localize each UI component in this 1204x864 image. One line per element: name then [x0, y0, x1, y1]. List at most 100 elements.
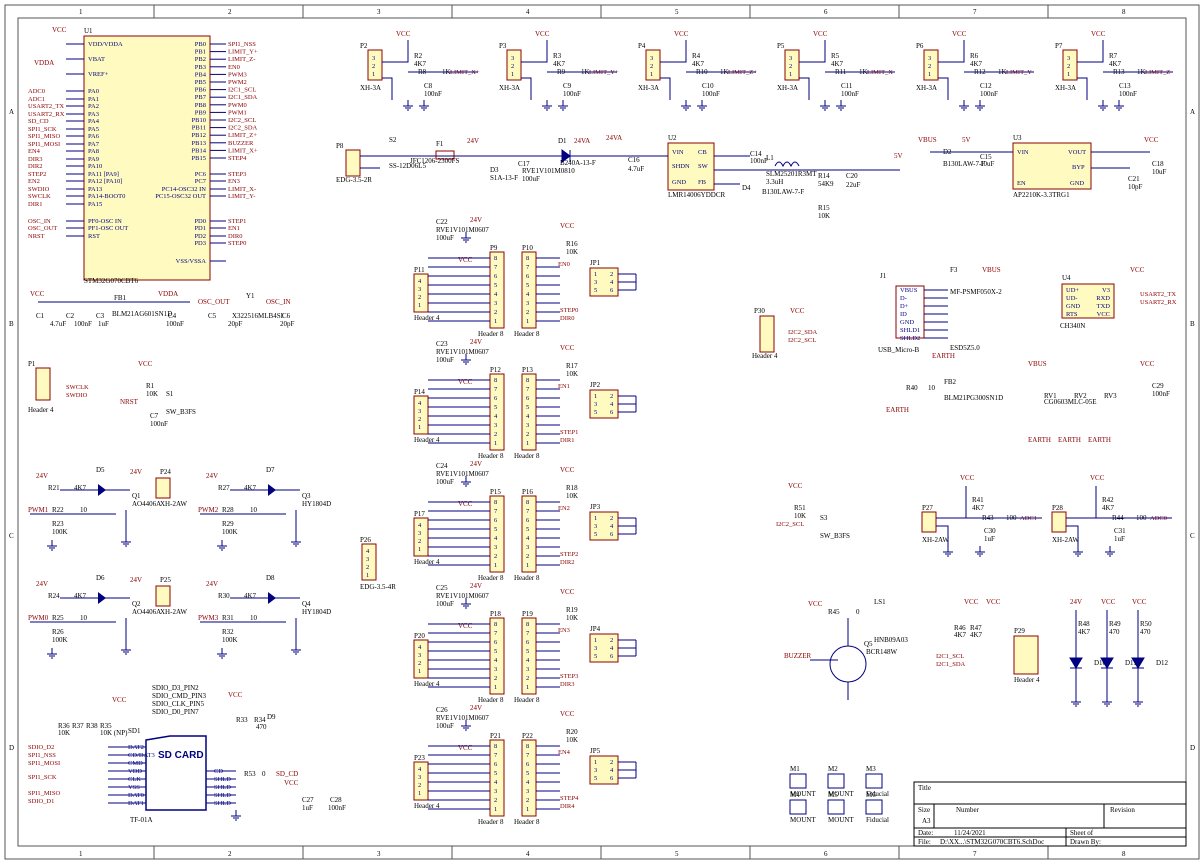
driver-header8b-pin: 1	[526, 318, 529, 325]
driver-header8b-pin: 3	[526, 300, 529, 307]
mount-ref: M1	[790, 765, 800, 773]
driver-header8b-pin: 3	[526, 544, 529, 551]
mount-symbol	[865, 799, 883, 815]
u2-pin-fb: FB	[698, 179, 707, 186]
driver-net-dir: DIR0	[560, 315, 574, 322]
driver-header8a-part: Header 8	[478, 452, 504, 460]
driver-header4-ref: P11	[414, 266, 425, 274]
mcu-right-pin: PC15-OSC32 OUT	[155, 193, 206, 200]
buzzer-wires	[810, 618, 849, 700]
mount-symbol	[827, 773, 845, 789]
grid-column-bottom: 7	[973, 850, 977, 858]
pwm-fet-ref: Q2	[132, 600, 141, 608]
driver-header8b-ref: P16	[522, 488, 533, 496]
driver-cap-ref: C25	[436, 584, 448, 592]
limit-cap-ref: C12	[980, 82, 992, 90]
driver-header8b-pin: 5	[526, 282, 529, 289]
pwm-net: PWM2	[198, 506, 219, 514]
driver-header4-pin: 1	[418, 668, 421, 675]
r15-ref: R15	[818, 204, 830, 212]
driver-header8b-pin: 1	[526, 806, 529, 813]
mount-ref: M2	[828, 765, 838, 773]
driver-header8a-pin: 1	[494, 318, 497, 325]
u3-pin-en: EN	[1017, 180, 1026, 187]
buzzer-vcc: VCC	[808, 600, 823, 608]
adc-pullup-ref: R42	[1102, 496, 1114, 504]
usb-connector-pin: SHLD1	[900, 327, 920, 334]
fb2-part: BLM21PG300SN1D	[944, 394, 1003, 402]
u2-ref: U2	[668, 134, 677, 142]
pwm-led-ref: D6	[96, 574, 105, 582]
p1-part: Header 4	[28, 406, 54, 414]
swd-net-swdio: SWDIO	[66, 392, 88, 399]
pwm-fet-ref: Q1	[132, 492, 141, 500]
driver-header8a-ref: P18	[490, 610, 501, 618]
driver-header4-ref: P14	[414, 388, 425, 396]
driver-jumper-wires	[618, 517, 637, 535]
r40-val: 10	[928, 384, 936, 392]
limit-connectors: P2XH-3A321VCCR2R24K7R81KLIMIT_X+C8100nFP…	[360, 30, 1173, 111]
mcu-right-net: BUZZER	[228, 140, 254, 147]
sd-led-vcc: VCC	[228, 691, 243, 699]
driver-jp-vcc: VCC	[560, 344, 575, 352]
power-input: P8 EDG-3.5-2R S2 SS-12D06L5 F1 JFC1206-2…	[336, 136, 620, 184]
pwm-ground	[47, 648, 57, 659]
c16-ref: C16	[628, 156, 640, 164]
driver-res-ref: R16	[566, 240, 578, 248]
usb-vbus: VBUS	[982, 266, 1001, 274]
grid-column-bottom: 8	[1122, 850, 1126, 858]
l1-symbol	[774, 161, 800, 168]
driver-24v: 24V	[470, 216, 482, 224]
driver-cap-part: RVE1V101M0607	[436, 226, 489, 234]
grid-row-left: D	[9, 744, 14, 752]
driver-header8b-pin: 5	[526, 526, 529, 533]
driver-header8a-pin: 3	[494, 422, 497, 429]
mcu-right-net: LIMIT_Z-	[228, 56, 255, 63]
pwm-led-ref: D7	[266, 466, 275, 474]
q5-symbol	[829, 645, 867, 683]
adc-cap-val: 1uF	[984, 535, 995, 543]
mcu-right-pin: PD0	[194, 218, 206, 225]
pwm-connector-body	[155, 585, 171, 607]
f3-part: MF-PSMF050X-2	[950, 288, 1002, 296]
u3-ref: U3	[1013, 134, 1022, 142]
driver-res-ref: R19	[566, 606, 578, 614]
mcu-right-pin: PB2	[195, 56, 206, 63]
driver-net-dir: DIR3	[560, 681, 574, 688]
limit-pullup-ref: R7	[1109, 52, 1118, 60]
driver-header8b-ref: P19	[522, 610, 533, 618]
adc-connector-ref: P28	[1052, 504, 1063, 512]
mcu-right-pin: PB11	[192, 125, 206, 132]
rv2-earth: EARTH	[1058, 436, 1081, 444]
led-ref: D12	[1156, 659, 1169, 667]
driver-net-dir: DIR2	[560, 559, 574, 566]
driver-header4-pin: 1	[418, 546, 421, 553]
grid-column-top: 5	[675, 8, 679, 16]
grid-column-top: 3	[377, 8, 381, 16]
u4-pin-right: RXD	[1096, 295, 1110, 302]
mcu-vcc: VCC	[52, 26, 67, 34]
mcu-ref: U1	[84, 27, 93, 35]
pwm-net: PWM3	[198, 614, 219, 622]
u4-pin-right: TXD	[1097, 303, 1111, 310]
c28-ref: C28	[330, 796, 342, 804]
grid-column-top: 1	[79, 8, 83, 16]
adc-cap-val: 1uF	[1114, 535, 1125, 543]
sd-notes: SDIO_D3_PIN2SDIO_CMD_PIN3SDIO_CLK_PIN5SD…	[152, 684, 207, 716]
pwm-net: PWM0	[28, 614, 49, 622]
p8-ref: P8	[336, 142, 344, 150]
driver-jumper-wires	[618, 761, 637, 779]
driver-header8b-pin: 8	[526, 621, 529, 628]
pwm-gate-res-val: 10	[250, 614, 258, 622]
driver-cap-ref: C24	[436, 462, 448, 470]
pwm-pulldown-val: 100K	[222, 636, 238, 644]
sd-ref: SD1	[128, 727, 141, 735]
r53-ref: R53	[244, 770, 256, 778]
buck-converter: U2 LMR14006YDDCR VIN SHDN GND CB SW FB 2…	[606, 134, 903, 220]
driver-header4-pin: 3	[418, 286, 421, 293]
u4-pin-left: UD+	[1066, 287, 1079, 294]
pwm-fet-part: HY1804D	[302, 608, 331, 616]
limit-pin: 1	[1067, 71, 1070, 78]
driver-header8a-pin: 3	[494, 788, 497, 795]
u2-pin-cb: CB	[698, 149, 707, 156]
